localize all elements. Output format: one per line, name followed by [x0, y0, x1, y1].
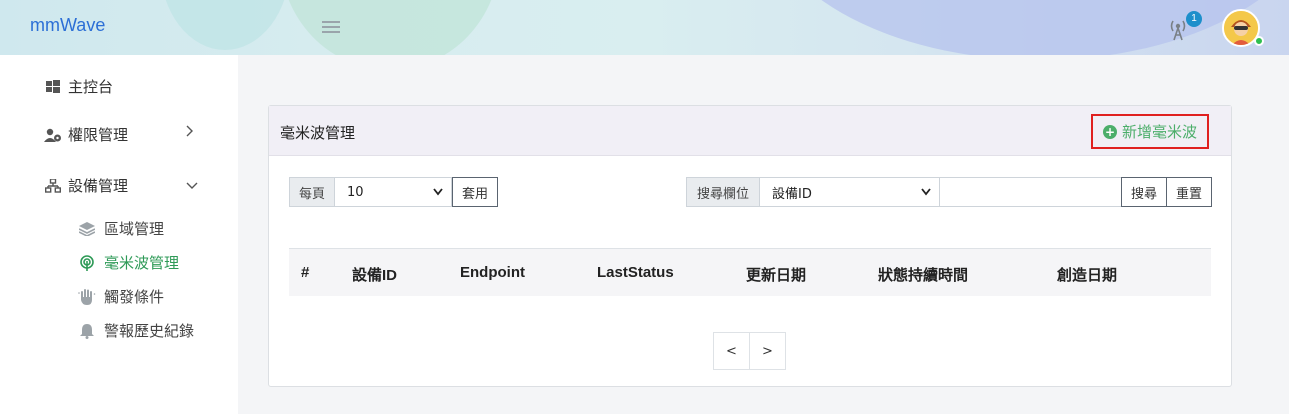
sidebar-item-areas[interactable]: 區域管理: [78, 218, 164, 239]
sidebar-item-label: 主控台: [68, 78, 114, 96]
header-decoration: [760, 0, 1289, 55]
notification-badge: 1: [1186, 11, 1202, 27]
reset-button[interactable]: 重置: [1166, 177, 1212, 207]
card-header: 毫米波管理 + 新增毫米波: [269, 106, 1231, 156]
add-mmwave-button[interactable]: + 新增毫米波: [1091, 114, 1209, 149]
sidebar-item-mmwave[interactable]: 毫米波管理: [78, 252, 179, 273]
user-lock-icon: [44, 127, 62, 143]
search-field-select[interactable]: 設備ID: [759, 177, 940, 207]
pagination-next-button[interactable]: >: [749, 332, 786, 370]
sidebar-item-label: 毫米波管理: [104, 254, 180, 272]
column-header-device-id: 設備ID: [352, 267, 398, 284]
column-header-last-status: LastStatus: [597, 264, 674, 281]
page-title: 毫米波管理: [280, 124, 356, 142]
header-decoration: [160, 0, 290, 50]
add-mmwave-label: 新增毫米波: [1121, 123, 1197, 141]
search-input[interactable]: [939, 177, 1122, 207]
table-header-row: # 設備ID Endpoint LastStatus 更新日期 狀態持續時間 創…: [289, 248, 1211, 296]
column-header-created-date: 創造日期: [1057, 267, 1118, 284]
column-header-endpoint: Endpoint: [460, 264, 525, 281]
apply-button[interactable]: 套用: [452, 177, 498, 207]
column-header-index: #: [301, 264, 310, 281]
sidebar-item-dashboard[interactable]: 主控台: [44, 76, 113, 97]
windows-icon: [44, 79, 62, 95]
brand-logo[interactable]: mmWave: [30, 15, 105, 36]
chevron-down-icon: [433, 186, 443, 199]
per-page-label: 每頁: [289, 177, 335, 207]
layers-icon: [78, 221, 96, 237]
chevron-right-icon[interactable]: [186, 125, 194, 141]
sidebar-item-alarm-history[interactable]: 警報歷史紀錄: [78, 320, 194, 341]
sidebar-item-triggers[interactable]: 觸發條件: [78, 286, 164, 307]
pagination-prev-button[interactable]: <: [713, 332, 750, 370]
per-page-select[interactable]: 10: [334, 177, 452, 207]
plus-circle-icon: +: [1102, 124, 1117, 139]
sidebar-item-label: 警報歷史紀錄: [104, 322, 195, 340]
sitemap-icon: [44, 178, 62, 194]
sidebar-item-devices[interactable]: 設備管理: [44, 175, 128, 196]
column-header-updated-date: 更新日期: [746, 267, 807, 284]
search-button[interactable]: 搜尋: [1121, 177, 1167, 207]
chevron-down-icon[interactable]: [186, 179, 198, 194]
sidebar-item-label: 設備管理: [68, 177, 129, 195]
header-decoration: [280, 0, 500, 55]
sidebar-item-label: 區域管理: [104, 220, 165, 238]
mmwave-management-card: 毫米波管理 + 新增毫米波 每頁 10 套用 搜尋欄位 設備ID 搜尋 重置 #…: [268, 105, 1232, 387]
sidebar: 主控台 權限管理 設備管理 區域管理 毫米波管理 觸發條件 警報歷史紀錄: [0, 55, 238, 414]
radar-icon: [78, 254, 96, 271]
hamburger-menu-icon[interactable]: [322, 18, 340, 36]
sidebar-item-permissions[interactable]: 權限管理: [44, 124, 128, 145]
per-page-value: 10: [347, 184, 364, 200]
sidebar-item-label: 權限管理: [68, 126, 129, 144]
sidebar-item-label: 觸發條件: [104, 288, 165, 306]
bell-icon: [78, 323, 96, 339]
column-header-status-duration: 狀態持續時間: [878, 267, 969, 284]
hand-icon: [78, 288, 96, 305]
online-status-dot: [1254, 36, 1264, 46]
top-header: mmWave 1: [0, 0, 1289, 55]
chevron-down-icon: [921, 186, 931, 199]
search-field-value: 設備ID: [772, 186, 812, 202]
search-field-label: 搜尋欄位: [686, 177, 760, 207]
